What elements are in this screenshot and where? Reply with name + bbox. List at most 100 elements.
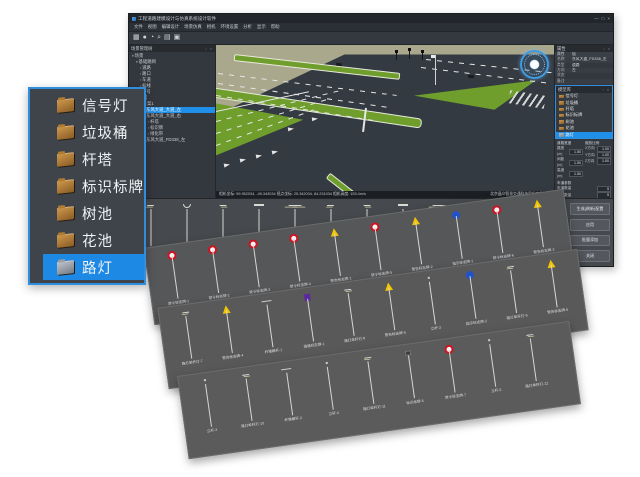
number-input[interactable]: 1.50 bbox=[569, 160, 583, 166]
asset-thumbnail[interactable]: 禁令标志牌-5 bbox=[354, 218, 401, 280]
folder-icon bbox=[559, 101, 564, 104]
asset-thumbnail[interactable]: 路灯单杆灯-7 bbox=[165, 306, 212, 368]
asset-thumbnail[interactable]: 警告标志牌-6 bbox=[530, 255, 577, 317]
callout-category-row[interactable]: 树池 bbox=[30, 200, 144, 226]
properties-title: 属性 bbox=[557, 46, 566, 52]
menu-item[interactable]: 文件 bbox=[134, 24, 143, 30]
asset-thumbnail[interactable]: 立杆-3 bbox=[185, 374, 232, 436]
asset-thumbnail[interactable]: 杆塔横杆-1 bbox=[246, 295, 293, 357]
app-icon bbox=[132, 17, 136, 21]
menu-item[interactable]: 帮助 bbox=[271, 24, 280, 30]
pole-icon bbox=[225, 369, 272, 424]
figure-canvas: 工程道路建模设计与仿真系统设计软件 — □ × 文件视图编辑设计场景仿真相机环境… bbox=[0, 0, 640, 477]
asset-thumbnail[interactable]: 警告标志牌-2 bbox=[395, 212, 442, 274]
menu-item[interactable]: 视图 bbox=[148, 24, 157, 30]
asset-thumbnail[interactable]: 路灯单杆灯-12 bbox=[510, 329, 557, 391]
menu-item[interactable]: 显示 bbox=[257, 24, 266, 30]
callout-category-row[interactable]: 杆塔 bbox=[30, 146, 144, 172]
asset-thumbnail[interactable]: 路灯单杆灯-9 bbox=[490, 261, 537, 323]
folder-icon bbox=[57, 260, 74, 275]
close-icon[interactable]: × bbox=[607, 16, 610, 21]
minimize-icon[interactable]: — bbox=[594, 16, 599, 21]
sign-icon bbox=[490, 261, 537, 316]
menu-item[interactable]: 相机 bbox=[207, 24, 216, 30]
pole-icon bbox=[469, 334, 516, 389]
road-scene[interactable] bbox=[216, 45, 554, 191]
dock-icons[interactable]: ▫ × bbox=[206, 47, 213, 51]
menu-item[interactable]: 编辑设计 bbox=[162, 24, 180, 30]
asset-thumbnail[interactable]: 指示标志牌-1 bbox=[435, 206, 482, 268]
asset-thumbnail[interactable]: 禁令标志牌-7 bbox=[428, 340, 475, 402]
camera-coordinates: 相机坐标: 59.952034, -49.343034 视点坐标: 25.342… bbox=[219, 192, 366, 197]
callout-category-row[interactable]: 花池 bbox=[30, 227, 144, 253]
asset-thumbnail[interactable]: 路灯单杆灯-11 bbox=[347, 352, 394, 414]
asset-thumbnail[interactable]: 警告标志牌-4 bbox=[206, 301, 253, 363]
sign-icon bbox=[246, 295, 293, 350]
folder-icon bbox=[559, 120, 564, 123]
asset-thumbnail[interactable]: 指路标志牌-1 bbox=[287, 289, 334, 351]
number-input[interactable]: 1.50 bbox=[569, 149, 583, 155]
sign-icon bbox=[395, 212, 442, 267]
library-action-button[interactable]: 生成(刷新)配置 bbox=[570, 203, 610, 215]
asset-thumbnail[interactable]: 路灯单杆灯-8 bbox=[327, 283, 374, 345]
asset-thumbnail[interactable]: 标识标牌-5 bbox=[388, 346, 435, 408]
asset-thumbnail[interactable]: 警告标志牌-1 bbox=[314, 223, 361, 285]
callout-category-row[interactable]: 路灯 bbox=[43, 254, 144, 280]
viewport-3d[interactable]: 相机坐标: 59.952034, -49.343034 视点坐标: 25.342… bbox=[216, 45, 554, 198]
asset-thumbnail[interactable]: 指示标志牌-2 bbox=[449, 266, 496, 328]
asset-thumbnail[interactable]: 杆塔横杆-2 bbox=[266, 363, 313, 425]
title-bar[interactable]: 工程道路建模设计与仿真系统设计软件 — □ × bbox=[129, 14, 613, 23]
sign-icon bbox=[327, 283, 374, 338]
vehicle bbox=[336, 63, 342, 67]
maximize-icon[interactable]: □ bbox=[602, 16, 605, 21]
menu-item[interactable]: 场景仿真 bbox=[184, 24, 202, 30]
library-action-button[interactable]: 批量添加 bbox=[570, 235, 610, 247]
asset-thumbnail[interactable]: 立杆-4 bbox=[307, 357, 354, 419]
param-row: Z方向 1.00 bbox=[585, 158, 611, 164]
history-clock-icon[interactable]: ◔ bbox=[150, 33, 154, 43]
navigation-compass[interactable] bbox=[520, 50, 549, 79]
param-row: 路宽(m) 1.50 bbox=[557, 146, 583, 157]
folder-icon bbox=[559, 114, 564, 117]
pole-icon bbox=[347, 352, 394, 407]
pole-icon bbox=[388, 346, 435, 401]
asset-thumbnail[interactable]: 立杆-5 bbox=[469, 334, 516, 396]
asset-thumbnail[interactable]: 警告标志牌-5 bbox=[368, 278, 415, 340]
asset-thumbnail[interactable]: 禁令标志牌-6 bbox=[476, 201, 523, 263]
asset-thumbnail[interactable]: 路灯单杆灯-10 bbox=[225, 369, 272, 431]
number-input[interactable]: 1.00 bbox=[597, 158, 611, 164]
new-document-icon[interactable]: ▤ bbox=[164, 33, 171, 43]
pole-icon bbox=[185, 374, 232, 429]
pole-icon bbox=[266, 363, 313, 418]
sign-icon bbox=[354, 218, 401, 273]
asset-thumbnail[interactable]: 禁令标志牌-3 bbox=[232, 235, 279, 297]
dock-icons[interactable]: ▫ × bbox=[603, 88, 610, 92]
category-panel-title: 模型库 bbox=[558, 87, 571, 93]
callout-category-row[interactable]: 信号灯 bbox=[30, 92, 144, 118]
dock-icons[interactable]: ▫ × bbox=[604, 47, 611, 51]
asset-thumbnail[interactable]: 立杆-2 bbox=[409, 272, 456, 334]
property-row[interactable]: 备注 bbox=[555, 79, 613, 84]
callout-category-row[interactable]: 垃圾桶 bbox=[30, 119, 144, 145]
layout-grid-icon[interactable]: ▦ bbox=[133, 33, 140, 43]
library-action-button[interactable]: 应用 bbox=[570, 219, 610, 231]
sign-icon bbox=[530, 255, 577, 310]
record-circle-icon[interactable]: ● bbox=[143, 33, 147, 43]
sign-icon bbox=[517, 195, 564, 250]
asset-thumbnail[interactable]: 警告标志牌-3 bbox=[517, 195, 564, 257]
sign-icon bbox=[435, 206, 482, 261]
asset-thumbnail[interactable]: 禁令标志牌-4 bbox=[273, 229, 320, 291]
number-input[interactable]: 1.50 bbox=[569, 171, 583, 177]
menu-item[interactable]: 环境设置 bbox=[221, 24, 239, 30]
zoom-icon[interactable]: ⌕ bbox=[157, 33, 161, 43]
category-row[interactable]: 路灯 bbox=[556, 132, 612, 138]
asset-thumbnail[interactable]: 禁令标志牌-1 bbox=[151, 246, 198, 308]
sign-icon bbox=[192, 241, 239, 296]
sign-icon bbox=[314, 223, 361, 278]
open-folder-icon[interactable]: ▣ bbox=[174, 33, 181, 43]
param-row: 间距(m) 1.50 bbox=[557, 157, 583, 168]
callout-category-row[interactable]: 标识标牌 bbox=[30, 173, 144, 199]
menu-item[interactable]: 分析 bbox=[243, 24, 252, 30]
asset-thumbnail[interactable]: 禁令标志牌-2 bbox=[192, 241, 239, 303]
window-title: 工程道路建模设计与仿真系统设计软件 bbox=[138, 16, 592, 22]
